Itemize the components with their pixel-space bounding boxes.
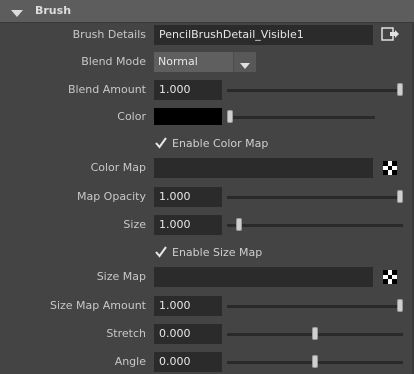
connect-icon[interactable] [381, 26, 399, 42]
attribute-editor-panel: Brush Brush Details PencilBrushDetail_Vi… [0, 0, 414, 374]
stretch-field[interactable]: 0.000 [154, 324, 222, 344]
angle-label: Angle [114, 355, 146, 368]
blend-amount-slider-handle[interactable] [397, 83, 403, 96]
dropdown-arrow-button[interactable] [233, 52, 256, 72]
blend-mode-dropdown[interactable]: Normal [154, 52, 256, 72]
stretch-label: Stretch [106, 327, 146, 340]
color-row: Color [0, 107, 414, 127]
angle-row: Angle 0.000 [0, 352, 414, 372]
map-opacity-slider-track[interactable] [227, 196, 403, 199]
brush-section-header[interactable]: Brush [0, 0, 414, 23]
color-slider-track[interactable] [227, 116, 375, 119]
brush-details-label: Brush Details [72, 28, 146, 41]
size-row: Size 1.000 [0, 215, 414, 235]
map-opacity-field[interactable]: 1.000 [154, 187, 222, 207]
stretch-slider-handle[interactable] [312, 327, 318, 340]
size-label: Size [123, 218, 146, 231]
stretch-row: Stretch 0.000 [0, 324, 414, 344]
size-map-amount-row: Size Map Amount 1.000 [0, 296, 414, 316]
blend-amount-slider-track[interactable] [227, 89, 403, 92]
blend-amount-field[interactable]: 1.000 [154, 80, 222, 100]
map-opacity-label: Map Opacity [76, 190, 146, 203]
blend-mode-row: Blend Mode Normal [0, 52, 414, 72]
size-map-amount-field[interactable]: 1.000 [154, 296, 222, 316]
brush-details-field[interactable]: PencilBrushDetail_Visible1 [154, 25, 373, 45]
size-slider-handle[interactable] [236, 218, 242, 231]
brush-details-row: Brush Details PencilBrushDetail_Visible1 [0, 25, 414, 45]
size-map-amount-slider-handle[interactable] [397, 299, 403, 312]
size-map-amount-label: Size Map Amount [49, 299, 146, 312]
size-map-row: Size Map [0, 267, 414, 287]
color-swatch[interactable] [154, 108, 222, 125]
checker-map-icon[interactable] [383, 161, 397, 175]
enable-color-map-row: Enable Color Map [0, 134, 414, 154]
color-map-label: Color Map [90, 161, 146, 174]
enable-size-map-label[interactable]: Enable Size Map [172, 246, 262, 259]
map-opacity-row: Map Opacity 1.000 [0, 187, 414, 207]
color-map-field[interactable] [154, 158, 373, 178]
blend-mode-value: Normal [158, 55, 198, 68]
size-field[interactable]: 1.000 [154, 215, 222, 235]
section-title: Brush [35, 4, 72, 17]
enable-color-map-label[interactable]: Enable Color Map [172, 137, 268, 150]
size-map-label: Size Map [96, 270, 146, 283]
blend-amount-label: Blend Amount [67, 83, 146, 96]
size-map-amount-slider-track[interactable] [227, 305, 403, 308]
color-slider-handle[interactable] [227, 110, 233, 123]
checker-map-icon[interactable] [383, 270, 397, 284]
chevron-down-icon [240, 59, 250, 72]
color-label: Color [117, 110, 146, 123]
map-opacity-slider-handle[interactable] [397, 190, 403, 203]
enable-size-map-row: Enable Size Map [0, 243, 414, 263]
angle-field[interactable]: 0.000 [154, 352, 222, 372]
collapse-triangle-icon[interactable] [11, 8, 23, 21]
color-map-row: Color Map [0, 158, 414, 178]
blend-mode-label: Blend Mode [81, 55, 146, 68]
size-slider-track[interactable] [227, 224, 403, 227]
blend-amount-row: Blend Amount 1.000 [0, 80, 414, 100]
size-map-field[interactable] [154, 267, 373, 287]
enable-size-map-checkbox[interactable] [154, 245, 168, 259]
angle-slider-handle[interactable] [312, 355, 318, 368]
enable-color-map-checkbox[interactable] [154, 136, 168, 150]
